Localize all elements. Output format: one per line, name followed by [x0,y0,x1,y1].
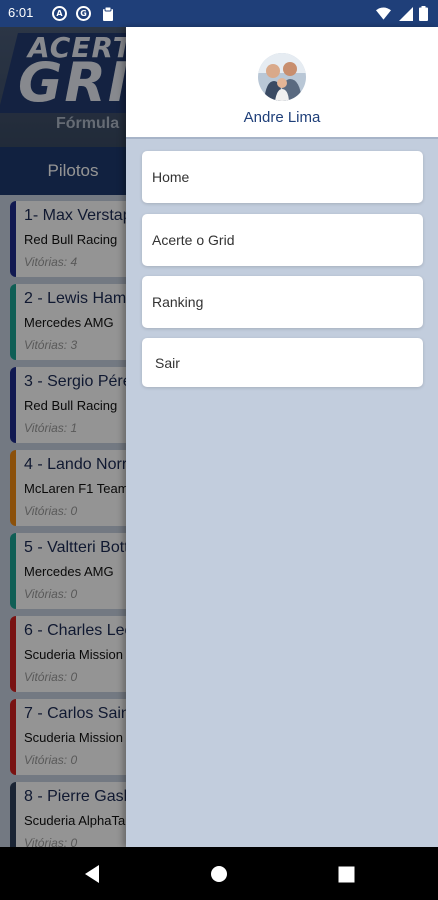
status-bar: 6:01 A G [0,0,438,27]
app-notification-g-icon: G [76,6,91,21]
app-notification-a-icon: A [52,6,67,21]
back-icon[interactable] [79,861,105,887]
user-avatar[interactable] [258,53,306,101]
menu-item-sair[interactable]: Sair [142,338,423,387]
menu-item-acerte-o-grid[interactable]: Acerte o Grid [142,214,423,266]
recents-icon[interactable] [333,861,359,887]
battery-icon [418,6,428,21]
wifi-icon [376,6,391,21]
navigation-drawer: Andre Lima Home Acerte o Grid Ranking Sa… [126,27,438,847]
system-navigation-bar [0,847,438,900]
clipboard-icon [100,6,115,21]
user-name: Andre Lima [243,109,321,126]
signal-icon [398,6,413,21]
home-icon[interactable] [206,861,232,887]
status-time: 6:01 [8,5,34,20]
drawer-header: Andre Lima [126,27,438,139]
menu-item-ranking[interactable]: Ranking [142,276,423,328]
menu-item-home[interactable]: Home [142,151,423,203]
